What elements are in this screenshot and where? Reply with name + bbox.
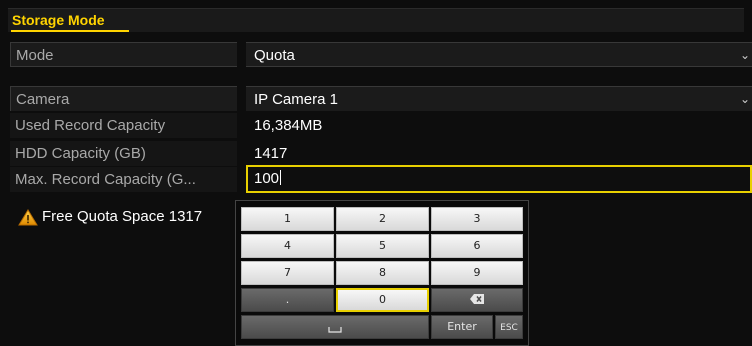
- space-icon: [328, 327, 342, 333]
- key-5[interactable]: 5: [336, 234, 429, 258]
- warning-icon: [18, 209, 38, 226]
- hdd-capacity-row: HDD Capacity (GB) 1417: [10, 141, 752, 166]
- esc-key-label: ESC: [500, 323, 518, 333]
- key-dot[interactable]: .: [241, 288, 334, 312]
- camera-row: Camera IP Camera 1 ⌄: [10, 86, 752, 111]
- esc-key[interactable]: ESC: [495, 315, 523, 339]
- camera-value: IP Camera 1: [254, 91, 338, 108]
- title-bar: Storage Mode: [8, 8, 744, 32]
- used-capacity-value: 16,384MB: [254, 117, 323, 134]
- used-capacity-row: Used Record Capacity 16,384MB: [10, 113, 752, 138]
- backspace-key[interactable]: [431, 288, 523, 312]
- numeric-keypad: 1 2 3 4 5 6 7 8 9 . 0 Enter ESC: [235, 200, 529, 346]
- max-capacity-input[interactable]: 100: [246, 165, 752, 193]
- key-8[interactable]: 8: [336, 261, 429, 285]
- hdd-capacity-label: HDD Capacity (GB): [10, 141, 237, 166]
- camera-label: Camera: [10, 86, 237, 111]
- camera-dropdown[interactable]: IP Camera 1 ⌄: [246, 86, 752, 111]
- text-caret: [280, 170, 282, 185]
- enter-key[interactable]: Enter: [431, 315, 493, 339]
- key-4[interactable]: 4: [241, 234, 334, 258]
- space-key[interactable]: [241, 315, 429, 339]
- enter-key-label: Enter: [447, 320, 477, 333]
- key-1[interactable]: 1: [241, 207, 334, 231]
- chevron-down-icon: ⌄: [739, 92, 750, 106]
- mode-dropdown[interactable]: Quota ⌄: [246, 42, 752, 67]
- chevron-down-icon: ⌄: [739, 48, 750, 62]
- key-9[interactable]: 9: [431, 261, 523, 285]
- used-capacity-label: Used Record Capacity: [10, 113, 237, 138]
- hdd-capacity-value: 1417: [254, 145, 288, 162]
- mode-row: Mode Quota ⌄: [10, 42, 752, 67]
- title-underline: [11, 30, 129, 32]
- backspace-icon: [470, 294, 484, 304]
- free-quota-text: Free Quota Space 1317: [42, 208, 203, 225]
- key-2[interactable]: 2: [336, 207, 429, 231]
- key-6[interactable]: 6: [431, 234, 523, 258]
- max-capacity-row: Max. Record Capacity (G... 100: [10, 165, 752, 193]
- mode-label: Mode: [10, 42, 237, 67]
- mode-value: Quota: [254, 47, 295, 64]
- max-capacity-label: Max. Record Capacity (G...: [10, 167, 237, 192]
- storage-mode-page: Storage Mode Mode Quota ⌄ Camera IP Came…: [0, 0, 752, 346]
- key-0[interactable]: 0: [336, 288, 429, 312]
- key-3[interactable]: 3: [431, 207, 523, 231]
- max-capacity-value: 100: [254, 170, 280, 187]
- key-7[interactable]: 7: [241, 261, 334, 285]
- page-title: Storage Mode: [12, 12, 105, 28]
